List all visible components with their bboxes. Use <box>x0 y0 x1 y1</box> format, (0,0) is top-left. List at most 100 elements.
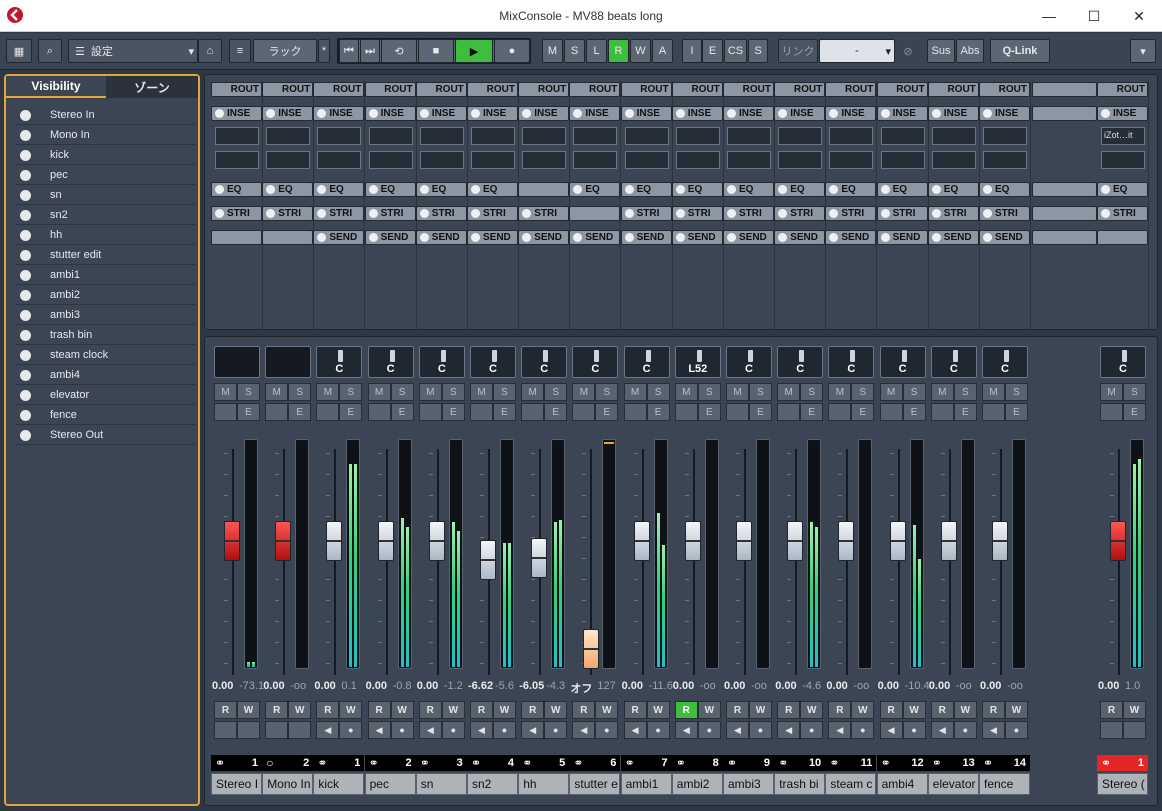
pan-control[interactable]: C <box>572 346 619 378</box>
insert-slot[interactable] <box>419 151 464 169</box>
listen-button[interactable] <box>572 403 596 421</box>
visibility-toggle-icon[interactable] <box>20 409 31 421</box>
inserts-cell[interactable]: INSE <box>774 106 826 121</box>
bypass-icon[interactable] <box>931 109 941 118</box>
bypass-icon[interactable] <box>983 209 992 218</box>
listen-button[interactable] <box>623 403 647 421</box>
eq-cell[interactable]: EQ <box>723 182 774 197</box>
write-automation-button[interactable]: W <box>390 701 414 719</box>
record-enable-button[interactable]: ● <box>595 721 619 739</box>
fader-handle[interactable] <box>377 520 394 561</box>
routing-cell[interactable]: ROUT <box>825 82 877 97</box>
channel-number-row[interactable]: ⚭ 8 <box>671 755 723 771</box>
visibility-toggle-icon[interactable] <box>20 249 31 261</box>
inserts-cell[interactable]: INSE <box>927 106 979 121</box>
volume-value[interactable]: 0.00 <box>622 680 643 692</box>
routing-cell[interactable]: ROUT <box>1097 82 1148 97</box>
bypass-icon[interactable] <box>624 109 634 118</box>
fader-track[interactable] <box>283 449 286 675</box>
listen-button[interactable] <box>265 403 289 421</box>
solo-button[interactable]: S <box>237 383 260 401</box>
pan-control[interactable]: C <box>418 346 465 378</box>
monitor-button[interactable]: ◀ <box>879 721 903 739</box>
channel-number-row[interactable]: ⚭ 12 <box>876 755 928 771</box>
read-automation-button[interactable]: R <box>777 701 801 719</box>
edit-button[interactable]: E <box>339 403 363 421</box>
bypass-icon[interactable] <box>675 233 685 242</box>
bypass-icon[interactable] <box>368 185 378 194</box>
monitor-button[interactable]: ◀ <box>521 721 545 739</box>
channel-number-row[interactable]: ⚭ 7 <box>620 755 672 771</box>
listen-button[interactable] <box>777 403 801 421</box>
bypass-icon[interactable] <box>419 233 429 242</box>
write-automation-button[interactable]: W <box>749 701 772 719</box>
inserts-cell[interactable]: INSE <box>876 106 928 121</box>
volume-value[interactable]: -6.05 <box>519 680 544 692</box>
eq-cell[interactable]: EQ <box>927 182 979 197</box>
solo-button[interactable]: S <box>339 383 363 401</box>
fader-handle[interactable] <box>889 520 906 561</box>
strip-cell[interactable]: STRI <box>211 206 262 221</box>
sends-cell[interactable]: SEND <box>723 230 774 245</box>
bypass-icon[interactable] <box>419 109 429 118</box>
bypass-icon[interactable] <box>931 209 941 218</box>
fader-track[interactable] <box>1000 449 1002 675</box>
visibility-item[interactable]: sn <box>16 186 196 205</box>
bypass-icon[interactable] <box>215 185 224 194</box>
strip-cell[interactable]: STRI <box>825 206 877 221</box>
channel-name[interactable]: steam c <box>825 773 877 795</box>
sends-cell[interactable]: SEND <box>518 230 570 245</box>
channel-name[interactable]: sn <box>415 773 467 795</box>
listen-button[interactable] <box>521 403 545 421</box>
volume-value[interactable]: 0.00 <box>980 680 1001 692</box>
edit-button[interactable]: E <box>1123 403 1146 421</box>
tab-visibility[interactable]: Visibility <box>6 76 106 98</box>
visibility-item[interactable]: ambi2 <box>16 286 196 305</box>
bypass-icon[interactable] <box>727 109 736 118</box>
bypass-icon[interactable] <box>522 109 532 118</box>
bypass-icon[interactable] <box>419 209 429 218</box>
peak-value[interactable]: -oo <box>700 680 716 692</box>
fader-track[interactable] <box>692 449 695 675</box>
record-enable-button[interactable]: ● <box>953 721 977 739</box>
insert-slot[interactable] <box>778 151 823 169</box>
volume-value[interactable]: 0.00 <box>673 680 694 692</box>
channel-name[interactable]: elevator <box>927 773 979 795</box>
write-automation-button[interactable]: W <box>646 701 670 719</box>
monitor-button[interactable]: ◀ <box>470 721 493 739</box>
channel-number-row[interactable]: ⚭ 14 <box>979 755 1030 771</box>
sends-cell[interactable]: SEND <box>774 230 826 245</box>
volume-value[interactable]: -6.62 <box>468 680 493 692</box>
insert-slot[interactable] <box>624 127 669 145</box>
bypass-icon[interactable] <box>727 185 736 194</box>
inserts-cell[interactable]: INSE <box>364 106 416 121</box>
bypass-icon[interactable] <box>829 233 839 242</box>
strip-cell[interactable]: STRI <box>1097 206 1148 221</box>
bypass-icon[interactable] <box>317 233 327 242</box>
channel-name[interactable]: Mono In <box>262 773 314 795</box>
sends-cell[interactable]: SEND <box>569 230 621 245</box>
peak-value[interactable]: -0.8 <box>393 680 412 692</box>
routing-cell[interactable]: ROUT <box>569 82 621 97</box>
pan-control[interactable]: C <box>367 346 414 378</box>
inserts-cell[interactable]: INSE <box>620 106 672 121</box>
pan-control[interactable]: C <box>879 346 926 378</box>
channel-number-row[interactable]: ⚭ 1 <box>211 755 262 771</box>
clear-link-icon[interactable]: ⊘ <box>897 39 919 63</box>
fader-handle[interactable] <box>480 539 496 580</box>
peak-value[interactable]: -4.6 <box>802 680 821 692</box>
insert-slot[interactable] <box>215 127 259 145</box>
monitor-button[interactable]: ◀ <box>726 721 749 739</box>
insert-slot[interactable] <box>880 151 925 169</box>
record-enable-button[interactable]: ● <box>646 721 670 739</box>
eq-cell[interactable]: EQ <box>364 182 416 197</box>
listen-button[interactable] <box>879 403 903 421</box>
cycle-button[interactable]: ⟲ <box>381 39 417 63</box>
insert-slot[interactable] <box>573 151 618 169</box>
inserts-cell[interactable]: INSE <box>518 106 570 121</box>
routing-cell[interactable]: ROUT <box>876 82 928 97</box>
edit-button[interactable]: E <box>390 403 414 421</box>
insert-slot[interactable] <box>573 127 618 145</box>
qlink-button[interactable]: Q-Link <box>990 39 1050 63</box>
bypass-icon[interactable] <box>880 233 890 242</box>
